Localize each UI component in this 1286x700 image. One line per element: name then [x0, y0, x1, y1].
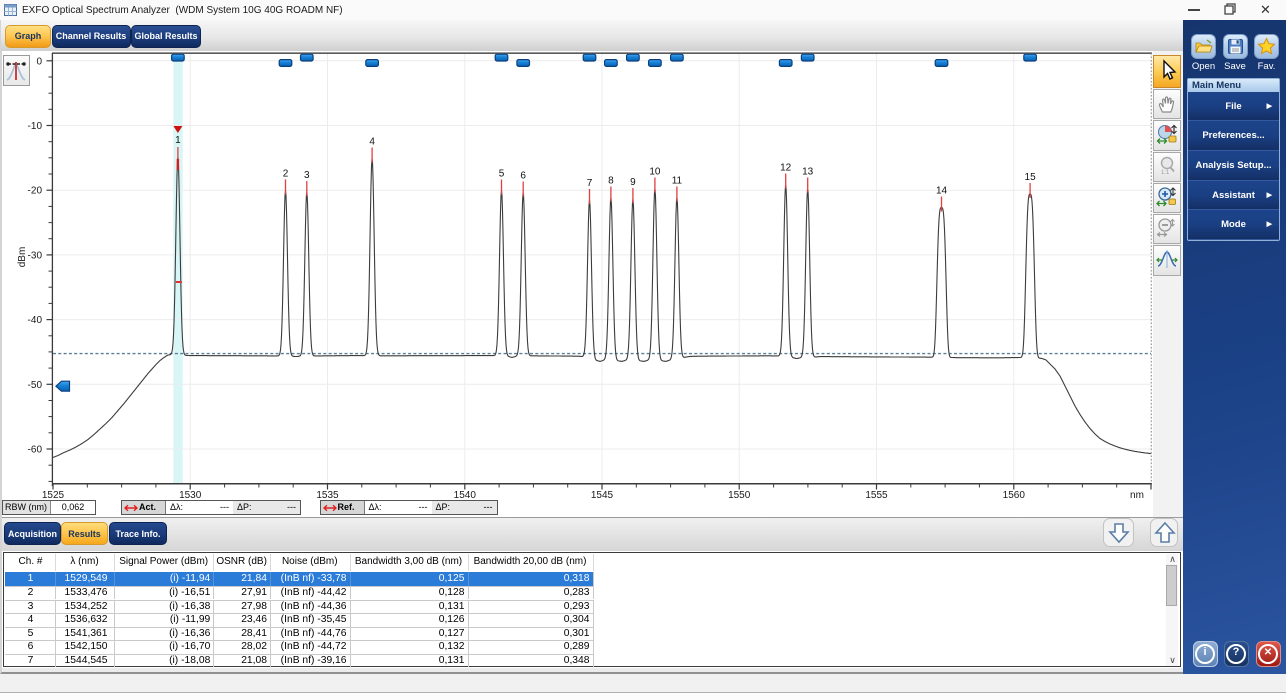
svg-text:1525: 1525 [42, 490, 65, 500]
svg-text:9: 9 [630, 177, 636, 188]
svg-text:-20: -20 [28, 186, 43, 197]
svg-text:14: 14 [936, 186, 948, 197]
svg-text:0: 0 [36, 56, 42, 67]
svg-text:15: 15 [1025, 172, 1037, 183]
svg-text:5: 5 [499, 169, 505, 180]
svg-text:1540: 1540 [454, 490, 477, 500]
svg-text:8: 8 [608, 176, 614, 187]
svg-text:12: 12 [780, 163, 792, 174]
svg-text:-60: -60 [28, 445, 43, 456]
svg-text:1545: 1545 [591, 490, 614, 500]
svg-text:-50: -50 [28, 380, 43, 391]
svg-text:3: 3 [304, 170, 310, 181]
svg-text:dBm: dBm [17, 247, 28, 268]
svg-text:10: 10 [649, 167, 661, 178]
svg-text:4: 4 [369, 137, 375, 148]
svg-text:1:1: 1:1 [1161, 170, 1170, 176]
svg-text:-10: -10 [28, 121, 43, 132]
svg-text:1535: 1535 [316, 490, 339, 500]
svg-text:1530: 1530 [179, 490, 202, 500]
svg-text:2: 2 [283, 168, 289, 179]
svg-text:-40: -40 [28, 315, 43, 326]
svg-text:7: 7 [587, 178, 593, 189]
svg-text:1550: 1550 [728, 490, 751, 500]
svg-text:1560: 1560 [1003, 490, 1026, 500]
svg-text:11: 11 [672, 176, 683, 187]
svg-text:6: 6 [520, 171, 526, 182]
svg-text:1: 1 [175, 135, 181, 146]
svg-text:-30: -30 [28, 250, 43, 261]
svg-text:1555: 1555 [865, 490, 888, 500]
svg-text:nm: nm [1130, 490, 1144, 500]
svg-text:13: 13 [802, 167, 814, 178]
